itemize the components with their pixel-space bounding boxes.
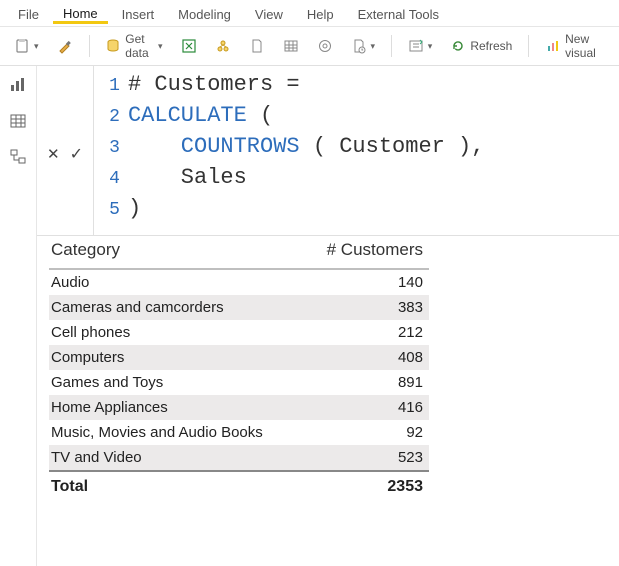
new-visual-label: New visual xyxy=(565,32,605,60)
menu-help[interactable]: Help xyxy=(297,3,344,24)
enter-data-button[interactable] xyxy=(277,34,305,58)
formula-bar: ✕ ✓ 1# Customers =2CALCULATE (3 COUNTROW… xyxy=(37,66,619,236)
results-table: Category # Customers Audio140Cameras and… xyxy=(49,236,429,500)
separator xyxy=(89,35,90,57)
separator xyxy=(528,35,529,57)
refresh-icon xyxy=(450,38,466,54)
table-body: Audio140Cameras and camcorders383Cell ph… xyxy=(49,269,429,500)
paste-button[interactable]: ▾ xyxy=(8,34,45,58)
brush-icon xyxy=(57,38,73,54)
table-row[interactable]: Music, Movies and Audio Books92 xyxy=(49,420,429,445)
cell-category: Music, Movies and Audio Books xyxy=(49,420,307,445)
cell-count: 383 xyxy=(307,295,429,320)
cell-category: Games and Toys xyxy=(49,370,307,395)
code-line[interactable]: COUNTROWS ( Customer ), xyxy=(128,132,484,162)
col-header-category[interactable]: Category xyxy=(49,236,307,269)
model-view-icon[interactable] xyxy=(9,148,27,166)
format-painter-button[interactable] xyxy=(51,34,79,58)
database-icon xyxy=(105,38,121,54)
chevron-down-icon: ▾ xyxy=(158,41,163,52)
table-total-row: Total2353 xyxy=(49,471,429,500)
separator xyxy=(391,35,392,57)
line-number: 4 xyxy=(94,164,128,194)
table-row[interactable]: Games and Toys891 xyxy=(49,370,429,395)
recent-sources-button[interactable]: ▾ xyxy=(345,34,382,58)
cell-count: 408 xyxy=(307,345,429,370)
cell-category: Cameras and camcorders xyxy=(49,295,307,320)
clipboard-icon xyxy=(14,38,30,54)
line-number: 2 xyxy=(94,102,128,132)
table-icon xyxy=(283,38,299,54)
menu-insert[interactable]: Insert xyxy=(112,3,165,24)
table-row[interactable]: Cameras and camcorders383 xyxy=(49,295,429,320)
cell-count: 416 xyxy=(307,395,429,420)
code-line[interactable]: ) xyxy=(128,194,141,224)
at-icon xyxy=(317,38,333,54)
cloud-hub-icon xyxy=(215,38,231,54)
total-label: Total xyxy=(49,471,307,500)
chart-icon xyxy=(545,38,561,54)
table-row[interactable]: Cell phones212 xyxy=(49,320,429,345)
transform-icon xyxy=(408,38,424,54)
cell-count: 891 xyxy=(307,370,429,395)
datahub-button[interactable] xyxy=(209,34,237,58)
new-visual-button[interactable]: New visual xyxy=(539,28,611,64)
table-row[interactable]: Home Appliances416 xyxy=(49,395,429,420)
refresh-label: Refresh xyxy=(470,39,512,53)
chevron-down-icon: ▾ xyxy=(428,41,433,52)
commit-formula-button[interactable]: ✓ xyxy=(70,144,83,164)
page-icon xyxy=(249,38,265,54)
recent-icon xyxy=(351,38,367,54)
cell-category: Home Appliances xyxy=(49,395,307,420)
cell-category: Cell phones xyxy=(49,320,307,345)
get-data-button[interactable]: Get data ▾ xyxy=(99,28,168,64)
line-number: 1 xyxy=(94,71,128,101)
cell-count: 212 xyxy=(307,320,429,345)
code-line[interactable]: # Customers = xyxy=(128,70,300,100)
total-value: 2353 xyxy=(307,471,429,500)
line-number: 3 xyxy=(94,133,128,163)
col-header-count[interactable]: # Customers xyxy=(307,236,429,269)
menu-file[interactable]: File xyxy=(8,3,49,24)
report-view-icon[interactable] xyxy=(9,76,27,94)
get-data-label: Get data xyxy=(125,32,154,60)
cell-count: 140 xyxy=(307,269,429,295)
chevron-down-icon: ▾ xyxy=(371,41,376,52)
menu-view[interactable]: View xyxy=(245,3,293,24)
menu-home[interactable]: Home xyxy=(53,2,108,24)
cancel-formula-button[interactable]: ✕ xyxy=(47,145,60,163)
cell-count: 92 xyxy=(307,420,429,445)
refresh-button[interactable]: Refresh xyxy=(444,34,518,58)
line-number: 5 xyxy=(94,195,128,225)
data-view-icon[interactable] xyxy=(9,112,27,130)
table-row[interactable]: Computers408 xyxy=(49,345,429,370)
ribbon-toolbar: ▾ Get data ▾ xyxy=(0,27,619,66)
workspace: ✕ ✓ 1# Customers =2CALCULATE (3 COUNTROW… xyxy=(0,66,619,566)
excel-source-button[interactable] xyxy=(175,34,203,58)
menubar: FileHomeInsertModelingViewHelpExternal T… xyxy=(0,0,619,27)
table-row[interactable]: Audio140 xyxy=(49,269,429,295)
cell-count: 523 xyxy=(307,445,429,471)
main-area: ✕ ✓ 1# Customers =2CALCULATE (3 COUNTROW… xyxy=(37,66,619,566)
code-line[interactable]: CALCULATE ( xyxy=(128,101,273,131)
cell-category: TV and Video xyxy=(49,445,307,471)
table-row[interactable]: TV and Video523 xyxy=(49,445,429,471)
sql-source-button[interactable] xyxy=(243,34,271,58)
view-sidebar xyxy=(0,66,37,566)
menu-external-tools[interactable]: External Tools xyxy=(348,3,449,24)
dataverse-button[interactable] xyxy=(311,34,339,58)
dax-editor[interactable]: 1# Customers =2CALCULATE (3 COUNTROWS ( … xyxy=(94,66,619,235)
cell-category: Audio xyxy=(49,269,307,295)
cell-category: Computers xyxy=(49,345,307,370)
transform-data-button[interactable]: ▾ xyxy=(402,34,439,58)
code-line[interactable]: Sales xyxy=(128,163,247,193)
chevron-down-icon: ▾ xyxy=(34,41,39,52)
spreadsheet-icon xyxy=(181,38,197,54)
menu-modeling[interactable]: Modeling xyxy=(168,3,241,24)
